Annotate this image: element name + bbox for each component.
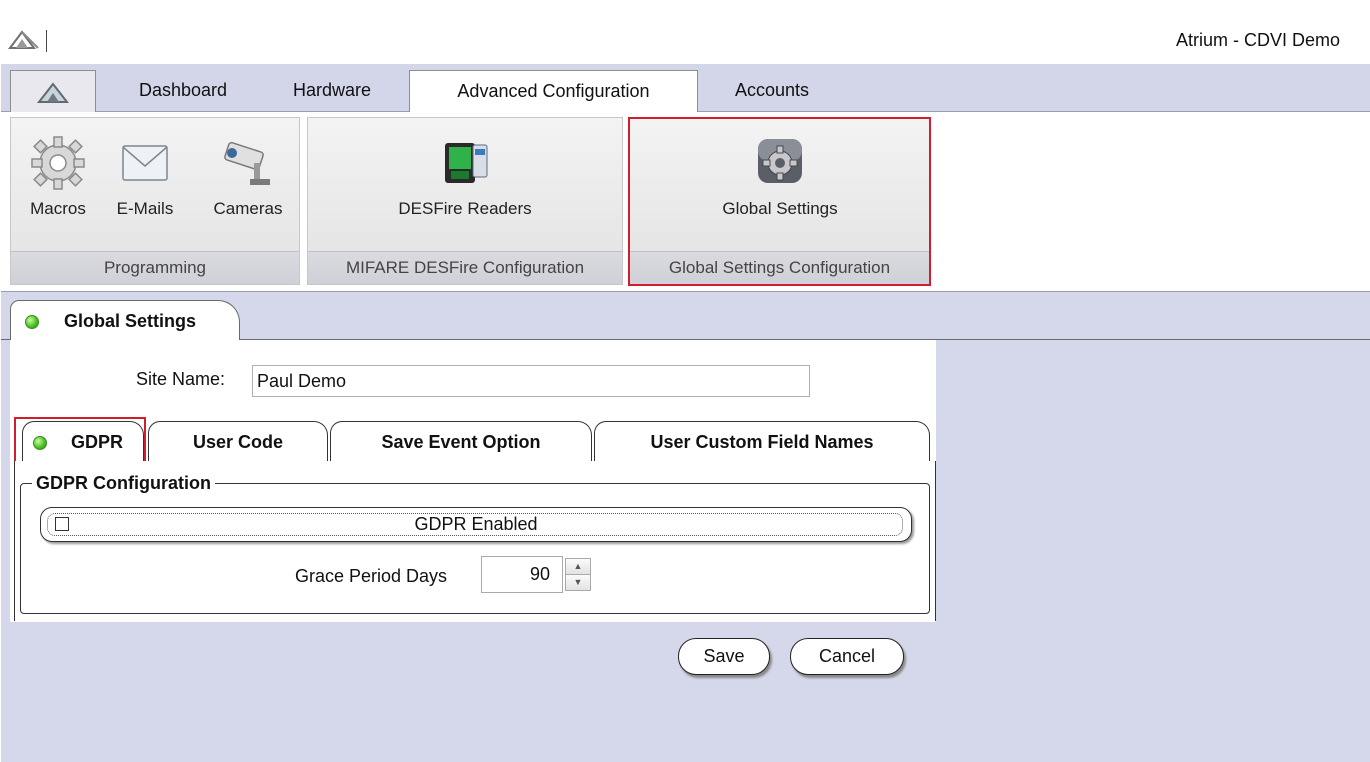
gdpr-enabled-label: GDPR Enabled (414, 514, 538, 534)
atrium-logo-icon[interactable] (8, 28, 42, 50)
gdpr-configuration-legend: GDPR Configuration (32, 473, 215, 494)
camera-icon (200, 133, 296, 199)
desfire-readers-button[interactable]: DESFire Readers (375, 133, 555, 219)
tab-save-event-option[interactable]: Save Event Option (330, 421, 592, 462)
site-name-input[interactable] (252, 365, 810, 397)
title-separator (46, 30, 47, 52)
title-bar (1, 0, 1370, 64)
grace-period-spinner: ▲ ▼ (563, 556, 593, 593)
tab-user-custom-field-names[interactable]: User Custom Field Names (594, 421, 930, 462)
cameras-label: Cameras (213, 199, 283, 218)
doc-tab-label: Global Settings (64, 311, 197, 331)
emails-label: E-Mails (116, 199, 174, 218)
grace-period-input[interactable]: 90 (481, 556, 563, 593)
gdpr-configuration-group (20, 483, 930, 614)
spin-up-icon[interactable]: ▲ (565, 558, 591, 575)
card-reader-icon (375, 133, 555, 199)
tab-hardware[interactable]: Hardware (271, 70, 393, 112)
emails-button[interactable]: E-Mails (102, 133, 188, 219)
status-led-icon (25, 315, 39, 329)
save-button[interactable]: Save (678, 638, 770, 675)
gdpr-enabled-toggle[interactable]: GDPR Enabled (40, 507, 912, 542)
tab-advanced-configuration[interactable]: Advanced Configuration (409, 70, 698, 113)
tab-user-code[interactable]: User Code (148, 421, 328, 462)
tab-accounts[interactable]: Accounts (712, 70, 832, 112)
macros-label: Macros (30, 199, 86, 218)
desfire-readers-label: DESFire Readers (398, 199, 532, 218)
group-label-programming: Programming (11, 251, 299, 284)
spin-down-icon[interactable]: ▼ (565, 574, 591, 591)
global-settings-highlight (628, 117, 931, 286)
macros-button[interactable]: Macros (16, 133, 100, 219)
grace-period-label: Grace Period Days (295, 566, 448, 586)
group-label-desfire: MIFARE DESFire Configuration (308, 251, 622, 284)
cameras-button[interactable]: Cameras (200, 133, 296, 219)
site-name-label: Site Name: (136, 369, 226, 389)
gear-icon (16, 133, 100, 199)
envelope-icon (102, 133, 188, 199)
tab-global-settings[interactable]: Global Settings (10, 300, 240, 340)
cancel-button[interactable]: Cancel (790, 638, 904, 675)
window-title: Atrium - CDVI Demo (1175, 30, 1340, 50)
app-menu-button[interactable] (10, 70, 96, 112)
tab-dashboard[interactable]: Dashboard (116, 70, 250, 112)
atrium-logo-icon (36, 82, 70, 103)
